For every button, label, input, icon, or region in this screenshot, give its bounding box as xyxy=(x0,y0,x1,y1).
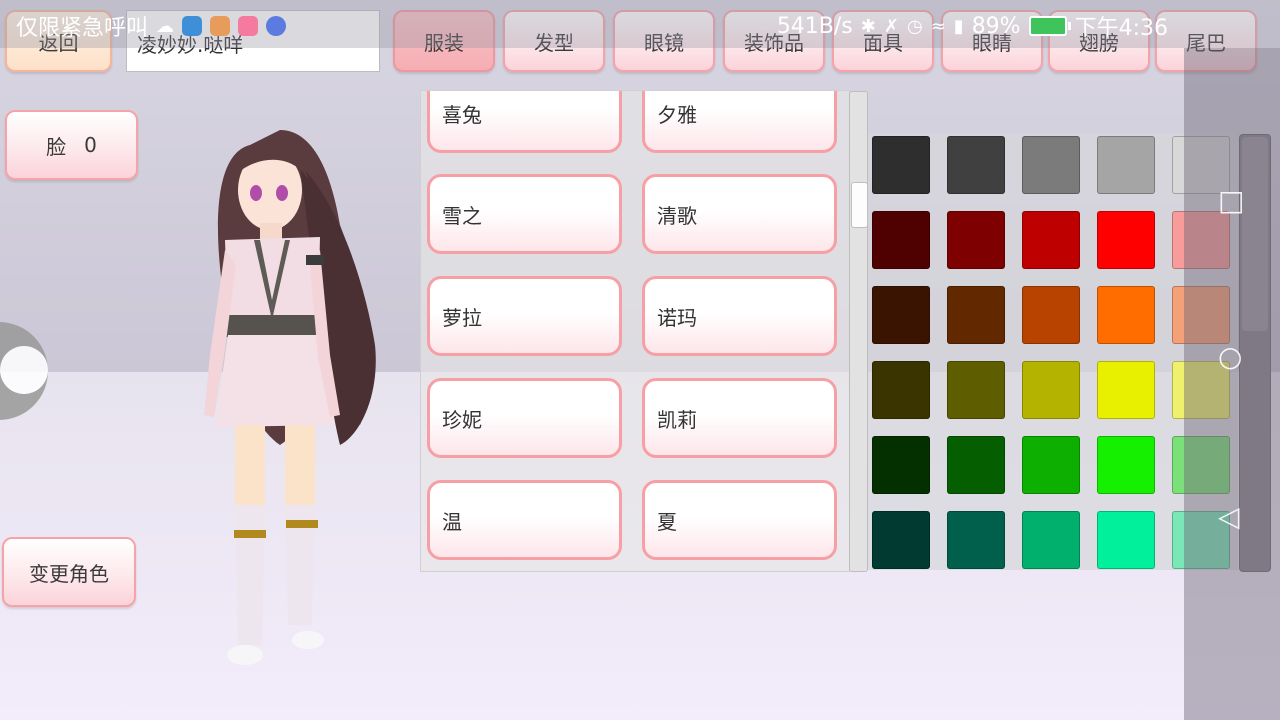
status-bar: 仅限紧急呼叫 ☁ 541B/s ✱ ✗ ◷ ≈ ▮ 89% 下午4:36 xyxy=(0,0,1280,48)
network-speed: 541B/s xyxy=(776,13,853,39)
battery-icon xyxy=(1028,16,1071,36)
alarm-icon: ◷ xyxy=(906,15,923,37)
color-swatch[interactable] xyxy=(1097,136,1155,194)
outfit-item[interactable]: 夕雅 xyxy=(642,91,837,153)
wifi-icon: ≈ xyxy=(930,15,946,37)
outfit-list-scroll-thumb[interactable] xyxy=(851,182,868,228)
color-swatch[interactable] xyxy=(947,286,1005,344)
bluetooth-icon: ✱ xyxy=(860,15,876,37)
outfit-list-scrollbar[interactable] xyxy=(849,91,868,572)
color-swatch[interactable] xyxy=(1022,361,1080,419)
outfit-item[interactable]: 喜兔 xyxy=(427,91,622,153)
app-icon xyxy=(210,16,231,36)
outfit-item[interactable]: 雪之 xyxy=(427,174,622,254)
face-button[interactable]: 脸 0 xyxy=(5,110,138,180)
color-swatch[interactable] xyxy=(1022,136,1080,194)
color-swatch[interactable] xyxy=(947,511,1005,569)
outfit-item[interactable]: 温 xyxy=(427,480,622,560)
character-model xyxy=(204,130,376,665)
color-swatch[interactable] xyxy=(947,436,1005,494)
outfit-list[interactable]: 喜兔 夕雅 雪之 清歌 萝拉 诺玛 珍妮 凯莉 温 夏 xyxy=(420,90,850,572)
app-icon xyxy=(182,16,203,36)
color-swatch[interactable] xyxy=(872,511,930,569)
color-swatch[interactable] xyxy=(872,286,930,344)
battery-percent: 89% xyxy=(971,13,1021,39)
outfit-item[interactable]: 清歌 xyxy=(642,174,837,254)
outfit-item[interactable]: 珍妮 xyxy=(427,378,622,458)
color-palette xyxy=(868,134,1238,570)
color-swatch[interactable] xyxy=(1097,286,1155,344)
face-value: 0 xyxy=(84,133,97,157)
outfit-item[interactable]: 夏 xyxy=(642,480,837,560)
color-swatch[interactable] xyxy=(1022,211,1080,269)
color-swatch[interactable] xyxy=(1097,211,1155,269)
outfit-item[interactable]: 诺玛 xyxy=(642,276,837,356)
battery-alert-icon: ▮ xyxy=(953,15,964,37)
change-character-button[interactable]: 变更角色 xyxy=(2,537,136,607)
face-label: 脸 xyxy=(46,134,67,159)
color-swatch[interactable] xyxy=(1022,286,1080,344)
color-swatch[interactable] xyxy=(1097,436,1155,494)
color-swatch[interactable] xyxy=(1097,511,1155,569)
home-icon[interactable]: ○ xyxy=(1218,340,1242,373)
color-swatch[interactable] xyxy=(872,136,930,194)
color-swatch[interactable] xyxy=(947,361,1005,419)
color-swatch[interactable] xyxy=(947,136,1005,194)
color-swatch[interactable] xyxy=(872,211,930,269)
joystick-knob[interactable] xyxy=(0,346,48,394)
carrier-text: 仅限紧急呼叫 xyxy=(16,16,149,41)
system-navigation-bar: □ ○ ◁ xyxy=(1184,48,1280,720)
music-icon xyxy=(266,16,287,36)
color-swatch[interactable] xyxy=(1022,436,1080,494)
color-swatch[interactable] xyxy=(1022,511,1080,569)
back-nav-icon[interactable]: ◁ xyxy=(1218,500,1240,533)
outfit-item[interactable]: 凯莉 xyxy=(642,378,837,458)
color-swatch[interactable] xyxy=(1097,361,1155,419)
outfit-item[interactable]: 萝拉 xyxy=(427,276,622,356)
mute-icon: ✗ xyxy=(883,15,899,37)
cloud-icon: ☁ xyxy=(156,15,175,37)
color-swatch[interactable] xyxy=(947,211,1005,269)
recent-apps-icon[interactable]: □ xyxy=(1218,184,1244,217)
bilibili-icon xyxy=(238,16,259,36)
color-swatch[interactable] xyxy=(872,361,930,419)
color-swatch[interactable] xyxy=(872,436,930,494)
clock: 下午4:36 xyxy=(1074,16,1168,41)
